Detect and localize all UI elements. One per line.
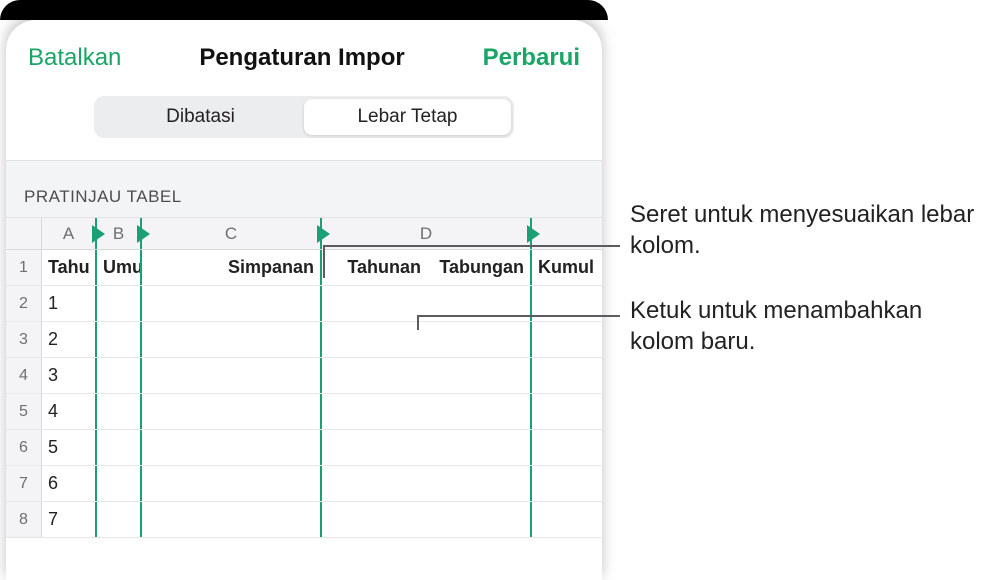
cell: 5 bbox=[42, 430, 97, 465]
cell: Tahu bbox=[42, 250, 97, 285]
column-separator-handle[interactable] bbox=[137, 225, 150, 243]
table-row: 2 1 bbox=[6, 286, 602, 322]
cell bbox=[532, 286, 602, 321]
table-row: 3 2 bbox=[6, 322, 602, 358]
table-row: 1 Tahu Umu Simpanan Tahunan Tabungan Kum… bbox=[6, 250, 602, 286]
column-header-C[interactable]: C bbox=[142, 218, 322, 249]
cell bbox=[97, 286, 142, 321]
cell: 3 bbox=[42, 358, 97, 393]
update-button[interactable]: Perbarui bbox=[483, 44, 580, 72]
column-separator-handle[interactable] bbox=[317, 225, 330, 243]
segment-fixed-width[interactable]: Lebar Tetap bbox=[304, 99, 511, 135]
table-preview: A B C D 1 bbox=[6, 218, 602, 578]
table-row: 5 4 bbox=[6, 394, 602, 430]
column-header-E[interactable] bbox=[532, 218, 602, 249]
row-number: 3 bbox=[6, 322, 42, 357]
cell: Umu bbox=[97, 250, 142, 285]
sheet-title: Pengaturan Impor bbox=[199, 44, 404, 72]
segment-delimited[interactable]: Dibatasi bbox=[97, 99, 304, 135]
table-row: 6 5 bbox=[6, 430, 602, 466]
cell: 1 bbox=[42, 286, 97, 321]
column-separator-handle[interactable] bbox=[92, 225, 105, 243]
column-header-A[interactable]: A bbox=[42, 218, 97, 249]
row-number: 6 bbox=[6, 430, 42, 465]
data-rows: 1 Tahu Umu Simpanan Tahunan Tabungan Kum… bbox=[6, 250, 602, 538]
row-number: 5 bbox=[6, 394, 42, 429]
import-settings-sheet: Batalkan Pengaturan Impor Perbarui Dibat… bbox=[6, 20, 602, 580]
column-header-D[interactable]: D bbox=[322, 218, 532, 249]
callout-tap: Ketuk untuk menambahkan kolom baru. bbox=[630, 296, 990, 357]
cell bbox=[322, 286, 532, 321]
table-row: 4 3 bbox=[6, 358, 602, 394]
mode-segmented-control[interactable]: Dibatasi Lebar Tetap bbox=[94, 96, 514, 138]
cancel-button[interactable]: Batalkan bbox=[28, 44, 121, 72]
cell: 2 bbox=[42, 322, 97, 357]
column-header-row: A B C D bbox=[6, 218, 602, 250]
cell bbox=[142, 286, 322, 321]
callout-drag: Seret untuk menyesuaikan lebar kolom. bbox=[630, 200, 980, 261]
section-label-preview: PRATINJAU TABEL bbox=[6, 160, 602, 218]
table-row: 8 7 bbox=[6, 502, 602, 538]
row-number: 7 bbox=[6, 466, 42, 501]
row-number: 8 bbox=[6, 502, 42, 537]
row-number: 4 bbox=[6, 358, 42, 393]
table-row: 7 6 bbox=[6, 466, 602, 502]
column-separator-handle[interactable] bbox=[527, 225, 540, 243]
sheet-header: Batalkan Pengaturan Impor Perbarui bbox=[6, 20, 602, 90]
row-number: 2 bbox=[6, 286, 42, 321]
cell: Kumul bbox=[532, 250, 602, 285]
cell: 4 bbox=[42, 394, 97, 429]
cell: 6 bbox=[42, 466, 97, 501]
cell: Tahunan Tabungan bbox=[322, 250, 532, 285]
cell: 7 bbox=[42, 502, 97, 537]
cell: Simpanan bbox=[142, 250, 322, 285]
row-number: 1 bbox=[6, 250, 42, 285]
